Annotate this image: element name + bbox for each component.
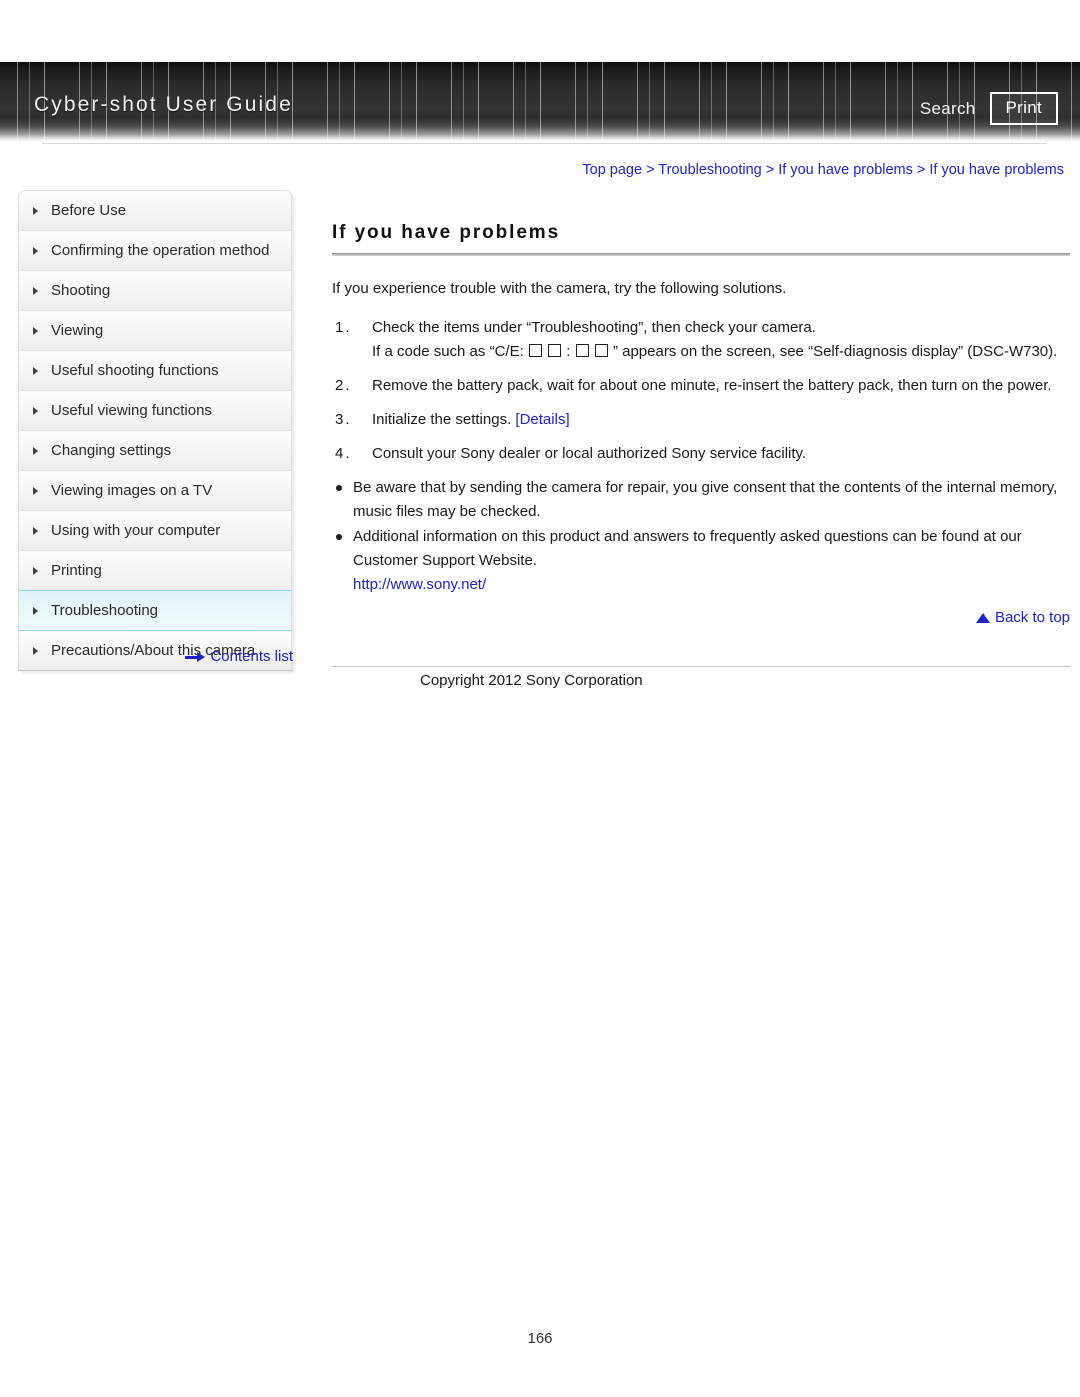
sidebar-bottom-divider bbox=[18, 670, 293, 671]
step-text-continued: If a code such as “C/E: bbox=[372, 343, 524, 360]
sidebar-item-label: Troubleshooting bbox=[51, 602, 159, 619]
step-text: Initialize the settings. bbox=[372, 411, 512, 428]
sidebar-item-label: Useful viewing functions bbox=[51, 402, 212, 419]
solution-step: 4. Consult your Sony dealer or local auth… bbox=[332, 442, 1070, 466]
contents-list-link[interactable]: Contents list bbox=[18, 648, 293, 665]
site-header: Cyber-shot User Guide Search Print bbox=[0, 62, 1080, 142]
step-number: 2. bbox=[335, 377, 352, 394]
sidebar-item-label: Before Use bbox=[51, 202, 127, 219]
details-link[interactable]: [Details] bbox=[515, 411, 569, 428]
triangle-up-icon bbox=[975, 612, 990, 623]
page-number: 166 bbox=[527, 1330, 553, 1347]
triangle-right-icon bbox=[33, 567, 43, 575]
triangle-right-icon bbox=[33, 407, 43, 415]
code-placeholder-box-icon bbox=[575, 344, 589, 357]
sidebar-nav: Before Use Confirming the operation metho… bbox=[18, 190, 292, 671]
print-button[interactable]: Print bbox=[989, 92, 1058, 125]
note-item: Be aware that by sending the camera for … bbox=[332, 476, 1070, 524]
main-content: If you have problems If you experience t… bbox=[332, 222, 1070, 626]
sidebar-item-changing-settings[interactable]: Changing settings bbox=[19, 431, 291, 471]
triangle-right-icon bbox=[33, 287, 43, 295]
triangle-right-icon bbox=[33, 487, 43, 495]
contents-list-label: Contents list bbox=[210, 648, 293, 665]
solution-steps-list: 1. Check the items under “Troubleshooting… bbox=[332, 316, 1070, 466]
note-text: Additional information on this product a… bbox=[353, 528, 1022, 569]
step-text-separator: : bbox=[566, 343, 571, 360]
sidebar-item-before-use[interactable]: Before Use bbox=[19, 191, 291, 231]
sidebar-item-useful-viewing-functions[interactable]: Useful viewing functions bbox=[19, 391, 291, 431]
sidebar-item-label: Viewing images on a TV bbox=[51, 482, 213, 499]
intro-paragraph: If you experience trouble with the camer… bbox=[332, 280, 787, 297]
sidebar-item-using-with-your-computer[interactable]: Using with your computer bbox=[19, 511, 291, 551]
step-number: 3. bbox=[335, 411, 352, 428]
triangle-right-icon bbox=[33, 327, 43, 335]
step-number: 4. bbox=[335, 445, 352, 462]
solution-step: 3. Initialize the settings. [Details] bbox=[332, 408, 1070, 432]
sidebar-item-printing[interactable]: Printing bbox=[19, 551, 291, 591]
sidebar-item-label: Viewing bbox=[51, 322, 104, 339]
footer-divider bbox=[332, 666, 1070, 667]
sidebar-item-viewing-images-on-a-tv[interactable]: Viewing images on a TV bbox=[19, 471, 291, 511]
step-number: 1. bbox=[335, 319, 352, 336]
triangle-right-icon bbox=[33, 207, 43, 215]
solution-step: 1. Check the items under “Troubleshooting… bbox=[332, 316, 1070, 364]
sidebar-item-label: Using with your computer bbox=[51, 522, 221, 539]
triangle-right-icon bbox=[33, 367, 43, 375]
back-to-top-link[interactable]: Back to top bbox=[332, 609, 1070, 626]
arrow-right-icon bbox=[185, 652, 206, 662]
header-divider bbox=[42, 143, 1047, 144]
sidebar-item-viewing[interactable]: Viewing bbox=[19, 311, 291, 351]
sidebar-item-confirming-the-operation-method[interactable]: Confirming the operation method bbox=[19, 231, 291, 271]
step-text: Consult your Sony dealer or local author… bbox=[372, 445, 807, 462]
sidebar-item-label: Changing settings bbox=[51, 442, 172, 459]
triangle-right-icon bbox=[33, 527, 43, 535]
note-text: Be aware that by sending the camera for … bbox=[353, 479, 1058, 520]
step-text-tail: ” appears on the screen, see “Self-diagn… bbox=[612, 343, 1058, 360]
code-placeholder-box-icon bbox=[594, 344, 608, 357]
sidebar-item-useful-shooting-functions[interactable]: Useful shooting functions bbox=[19, 351, 291, 391]
header-inner: Cyber-shot User Guide Search Print bbox=[0, 62, 1080, 142]
title-divider bbox=[332, 253, 1070, 256]
notes-list: Be aware that by sending the camera for … bbox=[332, 476, 1070, 597]
code-placeholder-box-icon bbox=[528, 344, 542, 357]
step-text: Remove the battery pack, wait for about … bbox=[372, 377, 1052, 394]
note-item: Additional information on this product a… bbox=[332, 525, 1070, 597]
triangle-right-icon bbox=[33, 607, 43, 615]
sidebar-item-shooting[interactable]: Shooting bbox=[19, 271, 291, 311]
step-text: Check the items under “Troubleshooting”,… bbox=[372, 319, 816, 336]
triangle-right-icon bbox=[33, 447, 43, 455]
search-button[interactable]: Search bbox=[920, 99, 976, 119]
page-title: If you have problems bbox=[332, 222, 561, 243]
breadcrumb[interactable]: Top page > Troubleshooting > If you have… bbox=[582, 162, 1064, 178]
header-actions: Search Print bbox=[920, 92, 1058, 125]
code-placeholder-box-icon bbox=[548, 344, 562, 357]
sidebar-item-troubleshooting[interactable]: Troubleshooting bbox=[19, 590, 291, 631]
support-website-link[interactable]: http://www.sony.net/ bbox=[353, 576, 486, 593]
copyright-text: Copyright 2012 Sony Corporation bbox=[420, 672, 643, 689]
site-title: Cyber-shot User Guide bbox=[34, 93, 293, 116]
triangle-right-icon bbox=[33, 247, 43, 255]
sidebar-item-label: Useful shooting functions bbox=[51, 362, 219, 379]
sidebar-item-label: Confirming the operation method bbox=[51, 242, 270, 259]
solution-step: 2. Remove the battery pack, wait for abou… bbox=[332, 374, 1070, 398]
sidebar-item-label: Printing bbox=[51, 562, 102, 579]
back-to-top-label: Back to top bbox=[994, 609, 1070, 626]
sidebar-item-label: Shooting bbox=[51, 282, 111, 299]
